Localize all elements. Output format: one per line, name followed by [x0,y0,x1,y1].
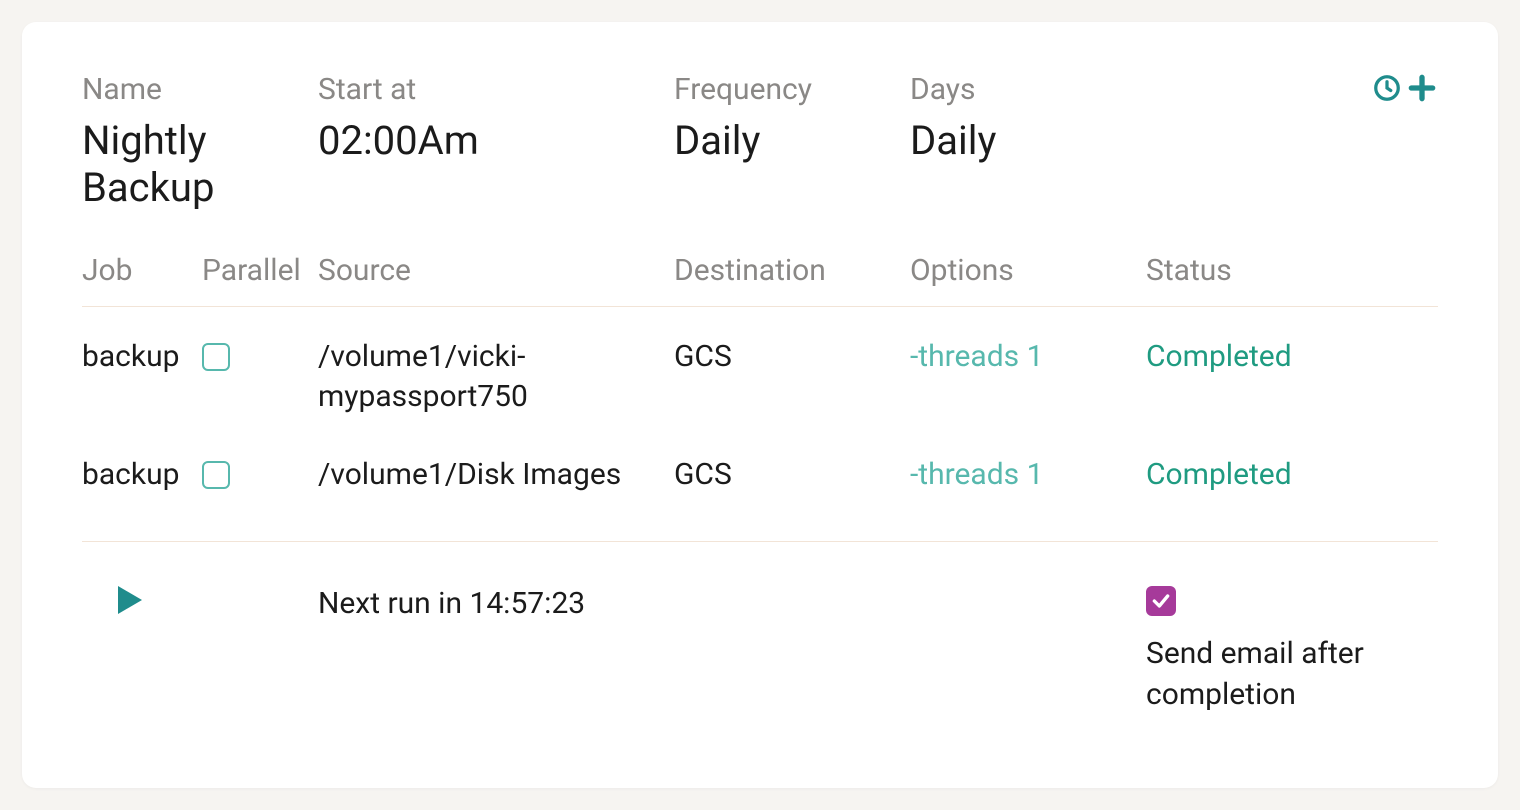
col-source: Source [318,253,674,288]
cell-destination: GCS [674,337,910,377]
email-label: Send email after completion [1146,634,1438,715]
footer-row: Next run in 14:57:23 Send email after co… [82,542,1438,715]
cell-options: -threads 1 [910,337,1146,377]
clock-icon[interactable] [1372,73,1402,103]
header-name: Name Nightly Backup [82,72,318,211]
header-days: Days Daily [910,72,1146,211]
schedule-header: Name Nightly Backup Start at 02:00Am Fre… [82,72,1438,211]
header-frequency: Frequency Daily [674,72,910,211]
header-start: Start at 02:00Am [318,72,674,211]
cell-job: backup [82,455,202,495]
jobs-table-header: Job Parallel Source Destination Options … [82,253,1438,307]
col-destination: Destination [674,253,910,288]
cell-parallel [202,455,318,500]
cell-job: backup [82,337,202,377]
frequency-value: Daily [674,117,890,164]
cell-status: Completed [1146,455,1438,495]
email-checkbox[interactable] [1146,586,1176,616]
next-run-label: Next run in 14:57:23 [318,586,1146,621]
header-actions [1372,72,1438,104]
days-label: Days [910,72,1126,107]
start-label: Start at [318,72,654,107]
jobs-table-body: backup /volume1/vicki-mypassport750 GCS … [82,307,1438,507]
parallel-checkbox[interactable] [202,343,230,371]
cell-destination: GCS [674,455,910,495]
cell-source: /volume1/Disk Images [318,455,674,495]
col-job: Job [82,253,202,288]
parallel-checkbox[interactable] [202,461,230,489]
cell-options: -threads 1 [910,455,1146,495]
play-cell [82,586,318,614]
play-icon[interactable] [118,586,142,614]
frequency-label: Frequency [674,72,890,107]
days-value: Daily [910,117,1126,164]
col-parallel: Parallel [202,253,318,288]
col-status: Status [1146,253,1438,288]
cell-parallel [202,337,318,382]
cell-status: Completed [1146,337,1438,377]
email-cell: Send email after completion [1146,586,1438,715]
name-label: Name [82,72,298,107]
table-row: backup /volume1/vicki-mypassport750 GCS … [82,307,1438,424]
plus-icon[interactable] [1406,72,1438,104]
table-row: backup /volume1/Disk Images GCS -threads… [82,425,1438,508]
schedule-card: Name Nightly Backup Start at 02:00Am Fre… [22,22,1498,788]
cell-source: /volume1/vicki-mypassport750 [318,337,674,416]
start-value: 02:00Am [318,117,654,164]
col-options: Options [910,253,1146,288]
name-value: Nightly Backup [82,117,298,211]
